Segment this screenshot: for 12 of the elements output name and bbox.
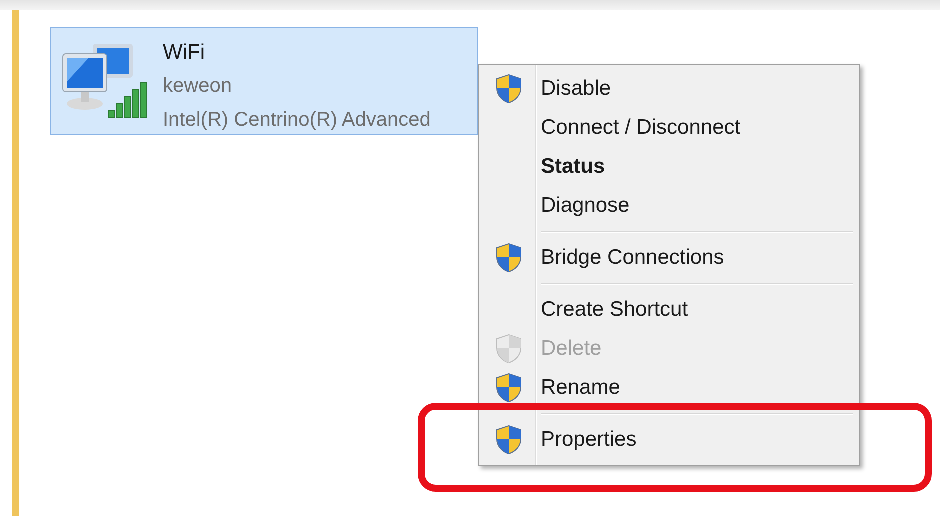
menu-item[interactable]: Status <box>541 154 606 178</box>
menu-item[interactable]: Connect / Disconnect <box>541 116 741 140</box>
menu-item[interactable]: Bridge Connections <box>541 246 724 270</box>
network-name: keweon <box>163 74 233 99</box>
adapter-name: WiFi <box>163 40 206 66</box>
adapter-tile[interactable]: WiFi keweon Intel(R) Centrino(R) Advanced <box>50 27 478 135</box>
device-name: Intel(R) Centrino(R) Advanced <box>163 108 431 133</box>
menu-item[interactable]: Disable <box>541 76 612 100</box>
menu-item[interactable]: Rename <box>541 376 620 400</box>
menu-item[interactable]: Create Shortcut <box>541 298 688 322</box>
menu-item[interactable]: Properties <box>541 428 637 452</box>
menu-item[interactable]: Diagnose <box>541 194 630 218</box>
